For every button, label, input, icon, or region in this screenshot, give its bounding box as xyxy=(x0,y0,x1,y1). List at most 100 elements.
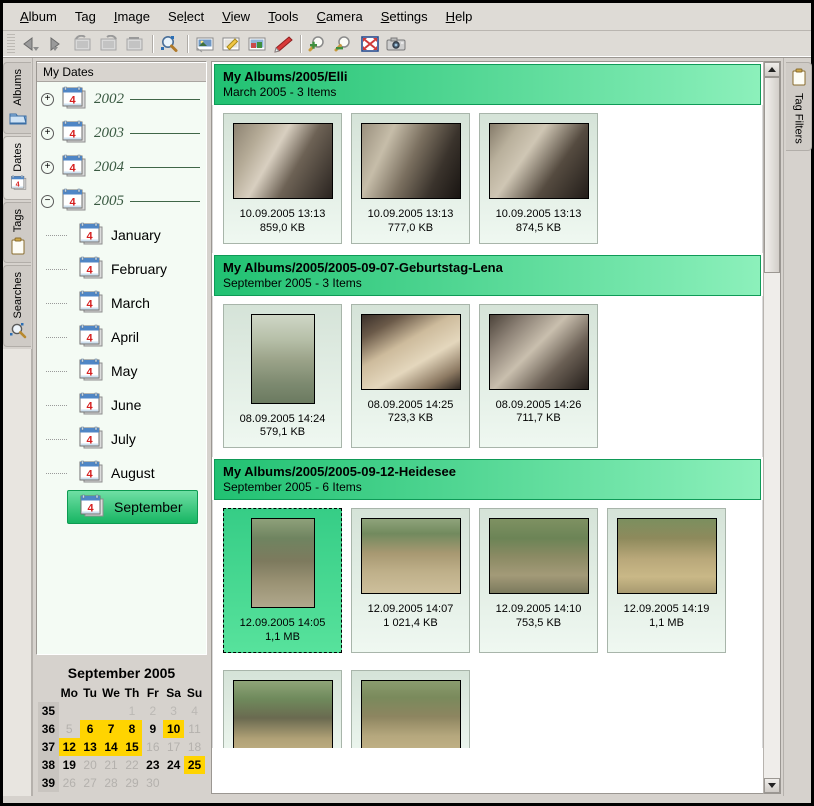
tree-item-may[interactable]: 4 May xyxy=(37,354,206,388)
calendar-day[interactable]: 23 xyxy=(142,756,163,774)
menu-settings[interactable]: Settings xyxy=(372,6,437,27)
edit-image-icon[interactable] xyxy=(218,33,244,55)
calendar-day-highlighted[interactable]: 10 xyxy=(163,720,185,738)
sidebar-tab-searches[interactable]: Searches xyxy=(3,264,31,348)
calendar-day[interactable]: 17 xyxy=(163,738,184,756)
calendar-day[interactable]: 2 xyxy=(142,702,163,720)
tree-item-2002[interactable]: +4 2002 xyxy=(37,82,206,116)
calendar-day[interactable]: 24 xyxy=(163,756,184,774)
slideshow-icon[interactable] xyxy=(244,33,270,55)
back-button[interactable] xyxy=(18,33,44,55)
thumbnail-filesize: 1 021,4 KB xyxy=(383,616,438,629)
menu-camera[interactable]: Camera xyxy=(307,6,371,27)
rotate-right-button[interactable] xyxy=(96,33,122,55)
thumbnail-item[interactable]: 10.09.2005 13:13 777,0 KB xyxy=(351,113,470,244)
calendar-day[interactable]: 3 xyxy=(163,702,184,720)
expand-icon[interactable]: + xyxy=(41,92,54,106)
thumbnail-item[interactable]: 12.09.2005 14:19 1,1 MB xyxy=(607,508,726,653)
tree-item-july[interactable]: 4 July xyxy=(37,422,206,456)
album-icon-view[interactable]: My Albums/2005/Elli March 2005 - 3 Items 1… xyxy=(211,61,763,794)
expand-icon[interactable]: + xyxy=(41,126,54,140)
calendar-day[interactable]: 19 xyxy=(59,756,80,774)
calendar-day[interactable]: 30 xyxy=(142,774,163,792)
calendar-day-highlighted[interactable]: 15 xyxy=(121,738,143,756)
menu-help[interactable]: Help xyxy=(437,6,482,27)
thumbnail-item[interactable]: 12.09.2005 14:07 1 021,4 KB xyxy=(351,508,470,653)
fit-window-icon[interactable] xyxy=(357,33,383,55)
pencil-icon[interactable] xyxy=(270,33,296,55)
toolbar-drag-handle[interactable] xyxy=(7,34,15,54)
calendar-day[interactable]: 26 xyxy=(59,774,80,792)
rotate-left-button[interactable] xyxy=(70,33,96,55)
thumbnail-item-selected[interactable]: 12.09.2005 14:05 1,1 MB xyxy=(223,508,342,653)
tree-item-february[interactable]: 4 February xyxy=(37,252,206,286)
tree-item-2005[interactable]: −4 2005 xyxy=(37,184,206,218)
menu-image[interactable]: Image xyxy=(105,6,159,27)
calendar-day[interactable]: 9 xyxy=(142,720,163,738)
scrollbar-track[interactable] xyxy=(764,77,780,778)
calendar-day[interactable]: 16 xyxy=(142,738,163,756)
calendar-day[interactable]: 4 xyxy=(184,702,205,720)
tree-item-2004[interactable]: +4 2004 xyxy=(37,150,206,184)
calendar-day[interactable]: 18 xyxy=(184,738,205,756)
tree-item-january[interactable]: 4 January xyxy=(37,218,206,252)
sidebar-tab-tags[interactable]: Tags xyxy=(3,202,31,263)
album-section-header[interactable]: My Albums/2005/Elli March 2005 - 3 Items xyxy=(214,64,761,105)
calendar-day-highlighted[interactable]: 13 xyxy=(79,738,101,756)
thumbnail-item[interactable]: 08.09.2005 14:25 723,3 KB xyxy=(351,303,470,448)
calendar-table[interactable]: Mo Tu We Th Fr Sa Su 35 1 2 3 4 36 5 6 7 8 9 10 11 37 12 13 14… xyxy=(38,685,205,792)
menu-view[interactable]: View xyxy=(213,6,259,27)
flip-button[interactable] xyxy=(122,33,148,55)
search-icon[interactable] xyxy=(157,33,183,55)
tree-item-september[interactable]: 4 September xyxy=(67,490,198,524)
album-section-header[interactable]: My Albums/2005/2005-09-12-Heidesee Septem… xyxy=(214,459,761,500)
thumbnail-item[interactable]: 10.09.2005 13:13 874,5 KB xyxy=(479,113,598,244)
camera-icon[interactable] xyxy=(383,33,409,55)
calendar-day[interactable]: 27 xyxy=(80,774,101,792)
thumbnail-item[interactable] xyxy=(351,669,470,748)
menu-tools[interactable]: Tools xyxy=(259,6,307,27)
zoom-in-icon[interactable] xyxy=(305,33,331,55)
image-preview-icon[interactable] xyxy=(192,33,218,55)
calendar-day-highlighted[interactable]: 8 xyxy=(121,720,143,738)
menu-tag[interactable]: Tag xyxy=(66,6,105,27)
calendar-day[interactable]: 29 xyxy=(122,774,143,792)
tree-item-april[interactable]: 4 April xyxy=(37,320,206,354)
thumbnail-item[interactable]: 10.09.2005 13:13 859,0 KB xyxy=(223,113,342,244)
menu-album[interactable]: Album xyxy=(11,6,66,27)
menu-select[interactable]: Select xyxy=(159,6,213,27)
calendar-day[interactable]: 1 xyxy=(122,702,143,720)
calendar-day-highlighted[interactable]: 7 xyxy=(100,720,122,738)
thumbnail-item[interactable] xyxy=(223,669,342,748)
scrollbar-thumb[interactable] xyxy=(764,77,780,274)
calendar-day-highlighted[interactable]: 12 xyxy=(58,738,80,756)
dates-tree[interactable]: +4 2002 +4 2003 +4 2004−4 2005 4 January 4 Februar… xyxy=(37,82,206,654)
calendar-day-highlighted[interactable]: 25 xyxy=(184,756,205,774)
tree-item-june[interactable]: 4 June xyxy=(37,388,206,422)
calendar-day-highlighted[interactable]: 14 xyxy=(100,738,122,756)
sidebar-tab-dates[interactable]: Dates 4 xyxy=(3,135,31,201)
calendar-day-highlighted[interactable]: 6 xyxy=(79,720,101,738)
forward-button[interactable] xyxy=(44,33,70,55)
thumbnail-item[interactable]: 12.09.2005 14:10 753,5 KB xyxy=(479,508,598,653)
thumbnail-item[interactable]: 08.09.2005 14:24 579,1 KB xyxy=(223,303,342,448)
calendar-day[interactable]: 21 xyxy=(100,756,121,774)
tree-item-2003[interactable]: +4 2003 xyxy=(37,116,206,150)
calendar-day[interactable]: 22 xyxy=(122,756,143,774)
calendar-day[interactable]: 20 xyxy=(80,756,101,774)
zoom-out-icon[interactable] xyxy=(331,33,357,55)
album-section-header[interactable]: My Albums/2005/2005-09-07-Geburtstag-Len… xyxy=(214,254,761,296)
tree-item-march[interactable]: 4 March xyxy=(37,286,206,320)
scroll-up-button[interactable] xyxy=(764,62,780,77)
sidebar-tab-albums[interactable]: Albums xyxy=(3,62,31,134)
sidebar-tab-tag-filters[interactable]: Tag Filters xyxy=(786,62,812,151)
expand-icon[interactable]: + xyxy=(41,160,54,174)
calendar-day[interactable]: 5 xyxy=(59,720,80,738)
collapse-icon[interactable]: − xyxy=(41,194,54,208)
calendar-day[interactable]: 28 xyxy=(100,774,121,792)
scroll-down-button[interactable] xyxy=(764,778,780,793)
main-vertical-scrollbar[interactable] xyxy=(763,61,781,794)
calendar-day[interactable]: 11 xyxy=(184,720,205,738)
thumbnail-item[interactable]: 08.09.2005 14:26 711,7 KB xyxy=(479,303,598,448)
tree-item-august[interactable]: 4 August xyxy=(37,456,206,490)
